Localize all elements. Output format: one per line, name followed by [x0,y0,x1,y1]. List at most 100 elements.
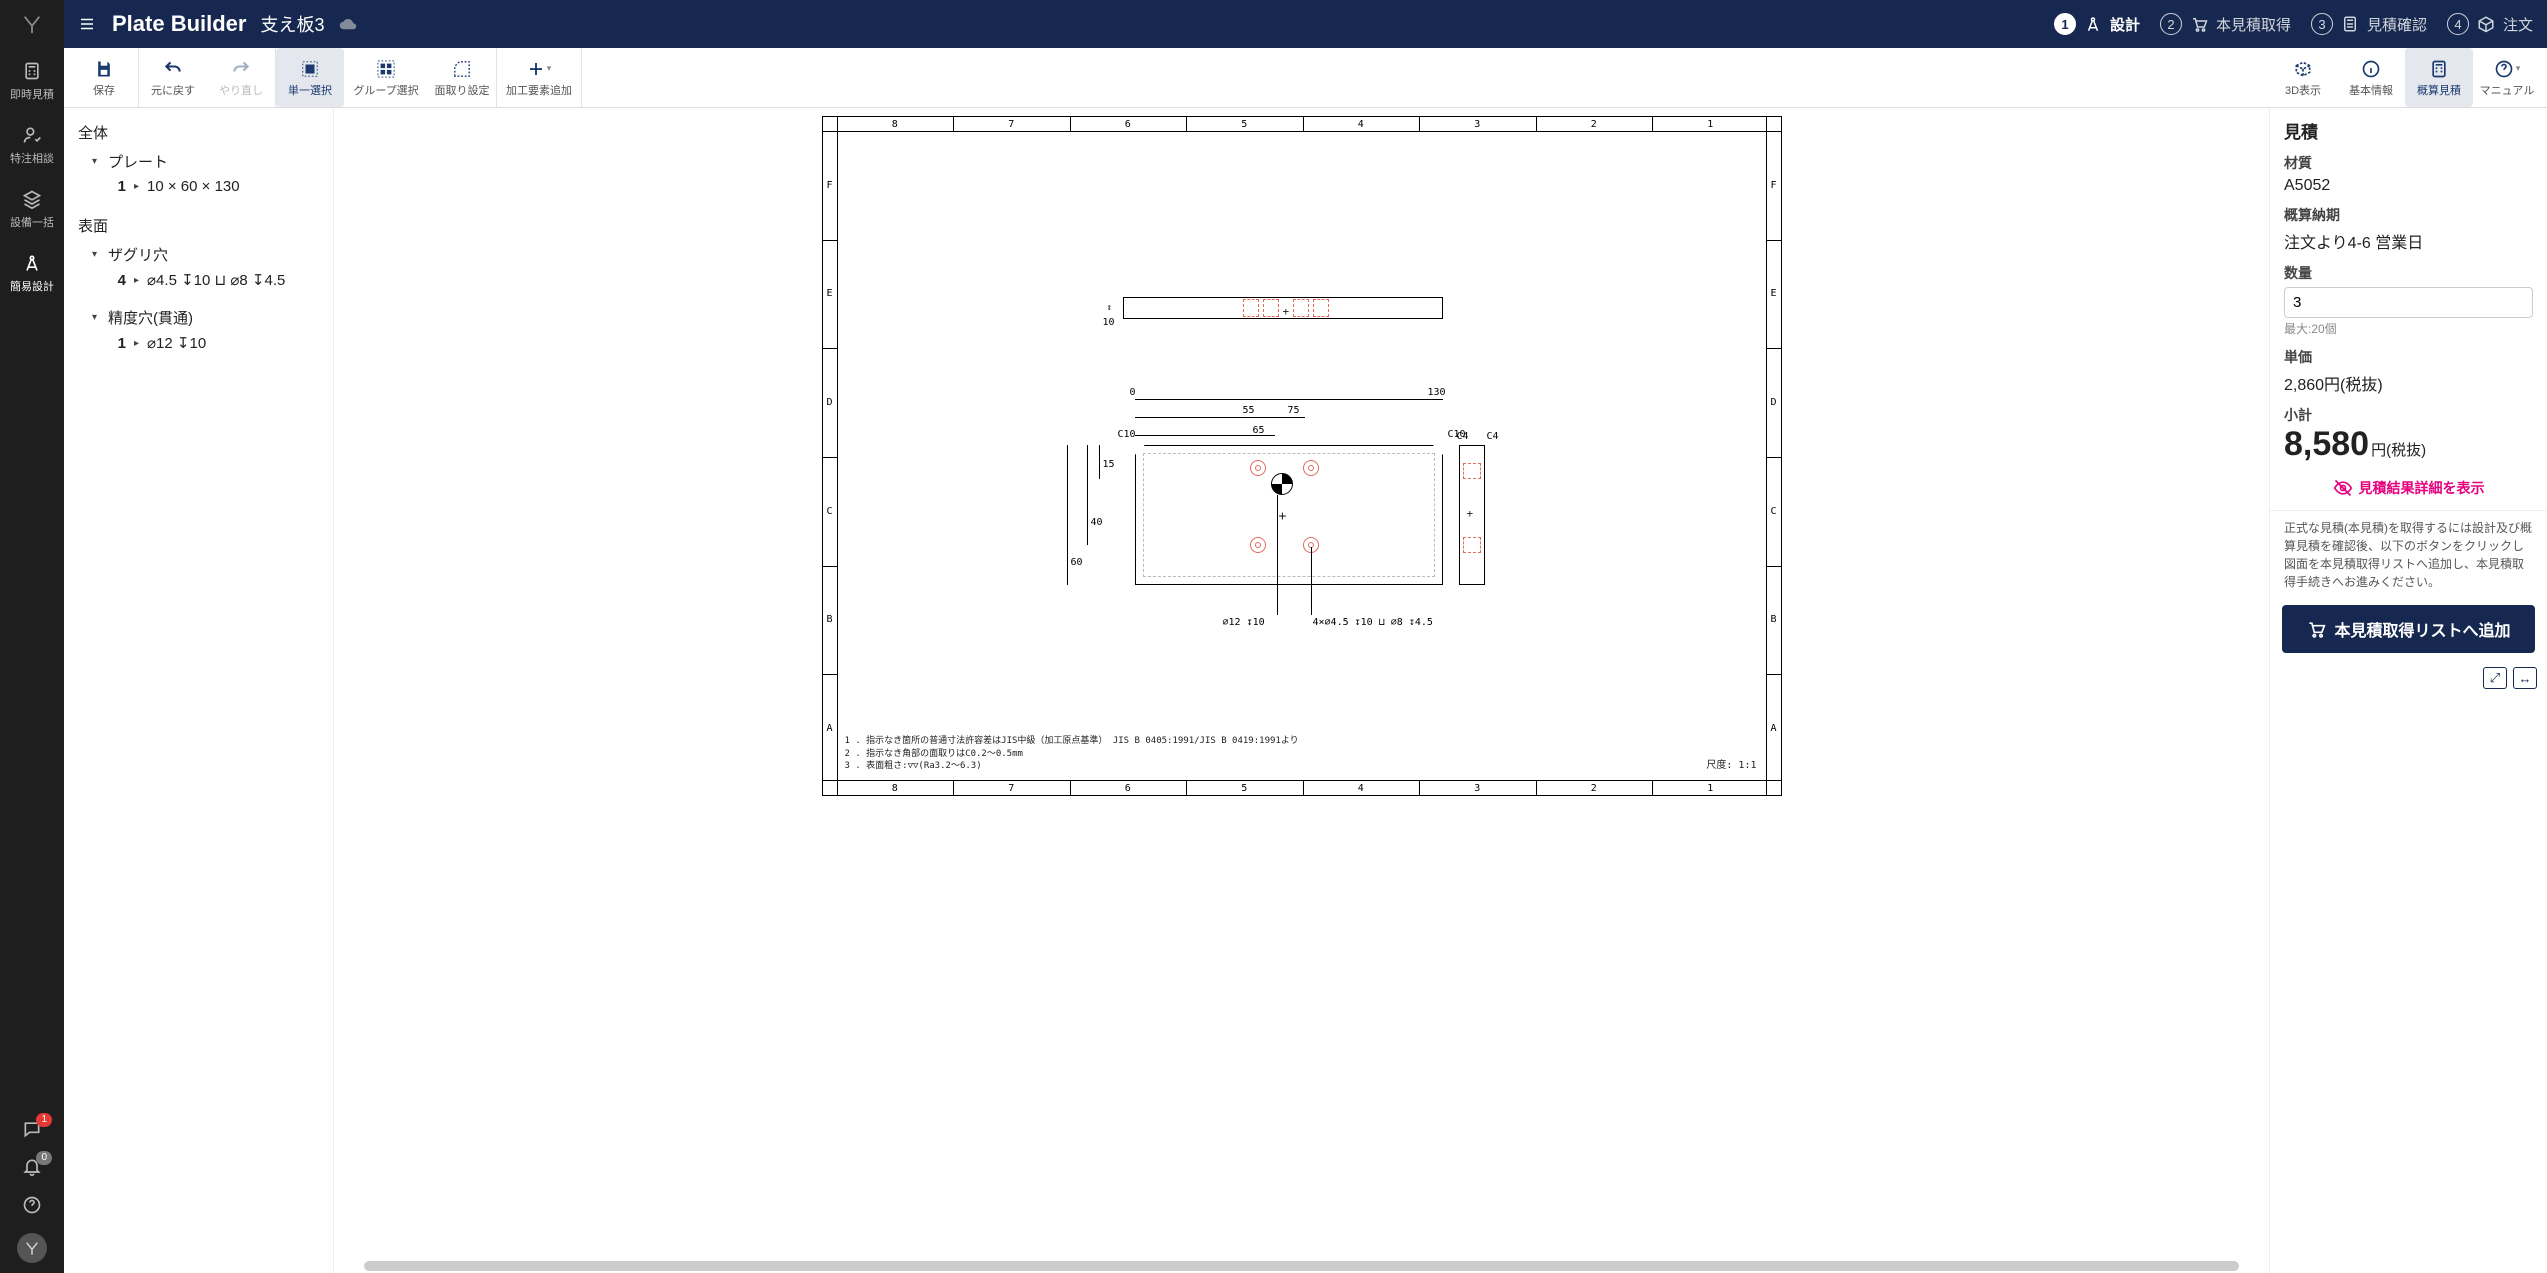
calculator-icon [2429,58,2449,80]
estimate-note: 正式な見積(本見積)を取得するには設計及び概算見積を確認後、以下のボタンをクリッ… [2270,510,2547,599]
feature-tree: 全体 ▾プレート 1▸10 × 60 × 130 表面 ▾ザグリ穴 4▸⌀4.5… [64,108,334,1273]
nav-rail: 即時見積 特注相談 設備一括 簡易設計 [0,0,64,1273]
zone-label: 5 [1186,117,1303,131]
compass-icon [2084,15,2102,33]
step-confirm[interactable]: 3見積確認 [2311,13,2427,35]
dim-c4b: C4 [1487,431,1499,442]
hamburger-icon[interactable] [78,15,98,33]
zone-label: 1 [1652,117,1769,131]
rail-custom-consult[interactable]: 特注相談 [0,112,64,176]
leadtime-label: 概算納期 [2284,205,2533,225]
tree-section-surface[interactable]: 表面 [72,211,325,240]
single-select-button[interactable]: 単一選択 [276,48,344,107]
save-button[interactable]: 保存 [70,48,138,107]
zone-label: 5 [1186,781,1303,795]
drawing-notes: 1 . 指示なき箇所の普通寸法許容差はJIS中級（加工原点基準） JIS B 0… [845,735,1299,773]
brand-logo[interactable] [0,0,64,48]
estimate-view-button[interactable]: 概算見積 [2405,48,2473,107]
unitprice-value: 2,860円(税抜) [2284,371,2533,395]
tree-section-all[interactable]: 全体 [72,118,325,147]
basic-info-button[interactable]: 基本情報 [2337,48,2405,107]
dim-60: 60 [1071,557,1083,568]
tree-node-plate[interactable]: ▾プレート [72,147,325,176]
zone-label: 7 [953,117,1070,131]
box-icon [2477,15,2495,33]
hole-marker [1303,460,1319,476]
rail-instant-estimate[interactable]: 即時見積 [0,48,64,112]
subtotal-label: 小計 [2284,405,2533,425]
dim-75: 75 [1288,405,1300,416]
cart-icon [2190,15,2208,33]
document-name: 支え板3 [260,11,324,37]
info-icon [2361,58,2381,80]
add-feature-button[interactable]: ▾加工要素追加 [497,48,581,107]
tree-node-counterbore[interactable]: ▾ザグリ穴 [72,240,325,269]
person-check-icon [21,124,43,146]
calculator-icon [21,60,43,82]
undo-button[interactable]: 元に戻す [139,48,207,107]
chamfer-button[interactable]: 面取り設定 [428,48,496,107]
zone-label: A [823,674,837,783]
toolbar: 保存 元に戻す やり直し 単一選択 グループ選択 面取り設定 ▾加工要素追加 3… [64,48,2547,108]
add-to-quote-list-button[interactable]: 本見積取得リストへ追加 [2282,605,2535,653]
zone-label: 8 [837,781,954,795]
app-title: Plate Builder [112,11,246,37]
step-design[interactable]: 1設計 [2054,13,2140,35]
zone-label: 2 [1536,117,1653,131]
dim-15: 15 [1103,459,1115,470]
undo-icon [163,58,183,80]
redo-icon [231,58,251,80]
caret-down-icon: ▾ [92,312,102,323]
fit-width-button[interactable]: ↔ [2513,667,2537,689]
bell-icon[interactable] [22,1157,42,1177]
group-select-button[interactable]: グループ選択 [344,48,428,107]
chat-icon[interactable] [22,1119,42,1139]
material-value: A5052 [2284,177,2533,195]
zone-label: C [823,457,837,566]
redo-button[interactable]: やり直し [207,48,275,107]
caret-right-icon: ▸ [134,181,139,192]
help-icon[interactable] [22,1195,42,1215]
zone-label: B [823,566,837,675]
zone-label: B [1767,566,1781,675]
tree-leaf-precisionhole[interactable]: 1▸⌀12 ↧10 [72,332,325,358]
subtotal-value: 8,580円(税抜) [2284,425,2533,464]
dim-130: 130 [1428,387,1446,398]
rail-simple-design[interactable]: 簡易設計 [0,240,64,304]
caret-right-icon: ▸ [134,275,139,286]
zone-label: E [1767,240,1781,349]
zone-label: 8 [837,117,954,131]
qty-hint: 最大:20個 [2284,320,2533,337]
caret-down-icon: ▾ [92,156,102,167]
tree-leaf-counterbore[interactable]: 4▸⌀4.5 ↧10 ⊔ ⌀8 ↧4.5 [72,269,325,295]
cart-add-icon [2306,619,2326,639]
tree-node-precisionhole[interactable]: ▾精度穴(貫通) [72,303,325,332]
rail-label: 特注相談 [10,150,54,166]
manual-button[interactable]: ▾マニュアル [2473,48,2541,107]
step-order[interactable]: 4注文 [2447,13,2533,35]
avatar-circle[interactable] [17,1233,47,1263]
collapse-panel-button[interactable]: ⤢ [2483,667,2507,689]
step-quote[interactable]: 2本見積取得 [2160,13,2291,35]
calculator-icon [2341,15,2359,33]
zone-label: F [1767,131,1781,240]
view3d-button[interactable]: 3D表示 [2269,48,2337,107]
zone-label: 1 [1652,781,1769,795]
group-select-icon [377,58,395,80]
zone-label: 7 [953,781,1070,795]
zone-label: 6 [1070,117,1187,131]
caret-down-icon: ▾ [92,249,102,260]
callout-cb: 4×⌀4.5 ↧10 ⊔ ⌀8 ↧4.5 [1313,617,1433,628]
detail-link[interactable]: 見積結果詳細を表示 [2284,464,2533,504]
rail-label: 即時見積 [10,86,54,102]
tree-leaf-plate-dim[interactable]: 1▸10 × 60 × 130 [72,176,325,201]
zone-label: 3 [1419,781,1536,795]
horizontal-scrollbar[interactable] [364,1261,2239,1271]
drawing-canvas[interactable]: ↕ 10 + 0 130 55 75 65 [334,108,2269,1273]
layers-icon [21,188,43,210]
zone-label: 4 [1303,781,1420,795]
single-select-icon [301,58,319,80]
qty-input[interactable] [2284,287,2533,318]
rail-batch[interactable]: 設備一括 [0,176,64,240]
zone-label: E [823,240,837,349]
